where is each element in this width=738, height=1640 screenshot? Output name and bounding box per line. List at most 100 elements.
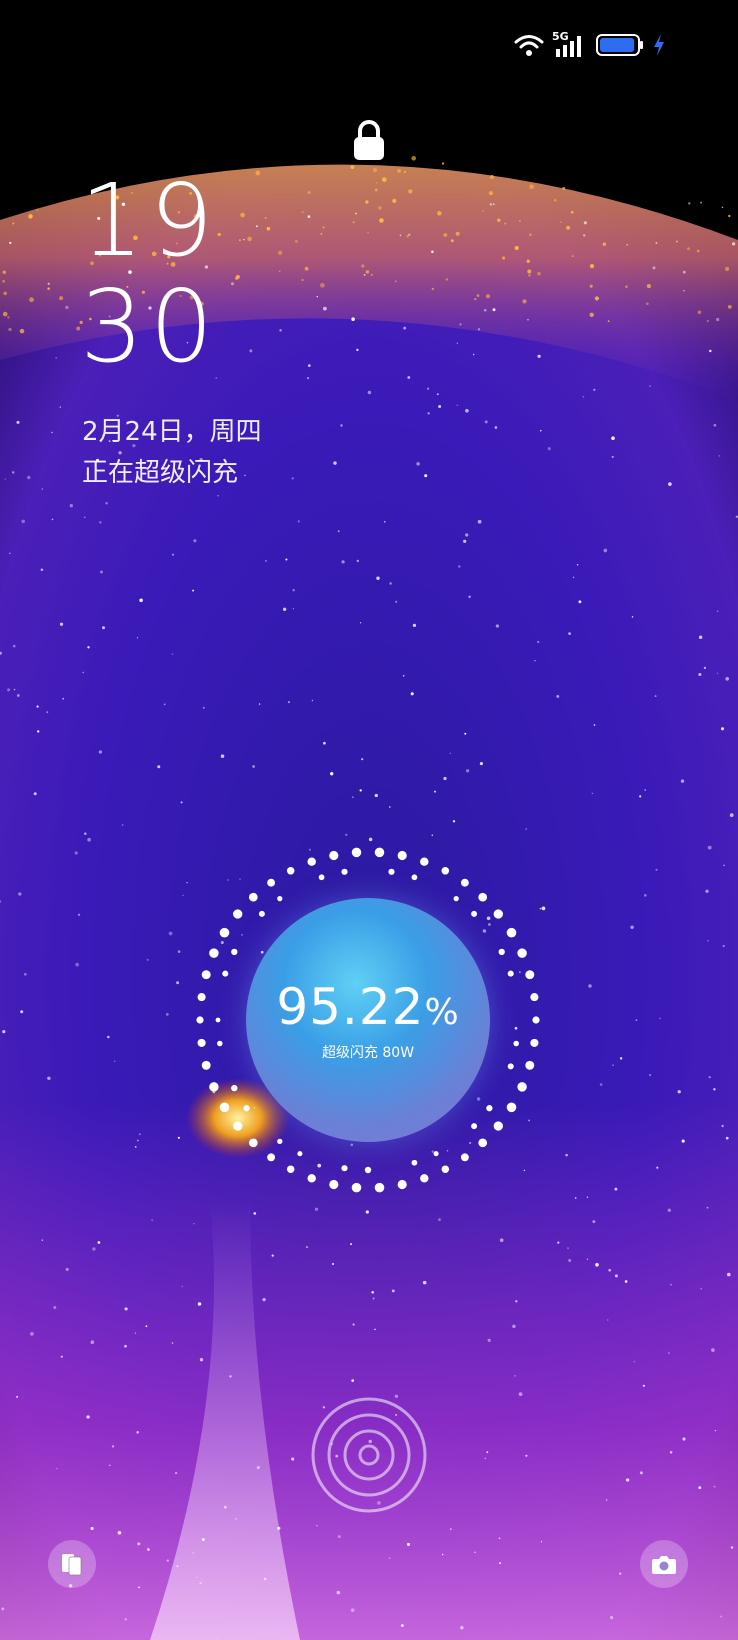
- wallpaper-star: [90, 1526, 94, 1531]
- wallpaper-star: [708, 1076, 711, 1079]
- wallpaper-star: [51, 518, 54, 521]
- wallpaper-ember: [514, 245, 519, 251]
- wallpaper-star: [231, 282, 234, 286]
- wallpaper-star: [350, 1243, 353, 1246]
- wallpaper-star: [514, 1375, 516, 1377]
- wallpaper-star: [27, 475, 31, 480]
- wallpaper-ember: [594, 296, 599, 301]
- wallpaper-star: [527, 319, 529, 321]
- wallpaper-ember: [379, 218, 384, 223]
- wallpaper-ember: [247, 236, 252, 242]
- wallpaper-star: [389, 582, 392, 585]
- wallpaper-star: [350, 1143, 354, 1147]
- wallpaper-ember: [322, 226, 325, 229]
- wallpaper-star: [291, 477, 294, 480]
- wallpaper-ember: [455, 231, 460, 236]
- wallpaper-star: [465, 409, 469, 413]
- wallpaper-star: [399, 234, 402, 237]
- wallpaper-ember: [28, 214, 33, 219]
- wallpaper-ember: [374, 188, 378, 192]
- wallpaper-ember: [350, 165, 355, 170]
- wallpaper-star: [489, 203, 493, 206]
- wallpaper-star: [7, 688, 11, 692]
- wallpaper-star: [412, 623, 417, 628]
- wallpaper-star: [498, 1537, 501, 1540]
- wallpaper-star: [593, 724, 596, 726]
- wallpaper-ember: [687, 247, 690, 251]
- wallpaper-star: [519, 220, 521, 222]
- wallpaper-star: [239, 878, 241, 880]
- wallpaper-star: [539, 907, 542, 910]
- charging-status-text: 正在超级闪充: [82, 458, 239, 488]
- wallpaper-star: [255, 225, 258, 228]
- wallpaper-star: [700, 1288, 702, 1290]
- wallpaper-ember: [307, 191, 311, 194]
- wallpaper-star: [446, 1149, 449, 1152]
- wallpaper-star: [599, 1083, 603, 1086]
- wallpaper-star: [16, 420, 20, 424]
- wallpaper-star: [514, 1026, 518, 1030]
- wallet-button[interactable]: [48, 1540, 96, 1588]
- wallpaper-star: [355, 212, 357, 215]
- wallpaper-ember: [445, 278, 448, 281]
- wallpaper-star: [186, 881, 188, 884]
- wallpaper-ember: [431, 287, 434, 290]
- wallpaper-star: [583, 221, 588, 225]
- wallpaper-ember: [589, 284, 593, 288]
- wallpaper-star: [227, 879, 230, 881]
- wallpaper-star: [351, 1379, 355, 1382]
- wallpaper-star: [607, 1319, 609, 1321]
- wallpaper-star: [308, 848, 311, 851]
- wallpaper-star: [217, 495, 219, 497]
- wallpaper-ember: [2, 311, 8, 317]
- wallpaper-star: [484, 420, 488, 424]
- wallpaper-star: [460, 1626, 464, 1630]
- wallpaper-star: [595, 1263, 599, 1267]
- wallpaper-star: [486, 1451, 489, 1454]
- wallpaper-star: [518, 1392, 523, 1396]
- wallpaper-star: [547, 447, 551, 451]
- wallpaper-star: [352, 1323, 355, 1326]
- wallpaper-star: [729, 813, 734, 817]
- wallpaper-star: [720, 1615, 723, 1618]
- wallpaper-star: [172, 553, 175, 556]
- wallpaper-star: [592, 1220, 596, 1224]
- wallpaper-star: [588, 984, 592, 988]
- wallpaper-star: [323, 741, 326, 745]
- wallpaper-star: [220, 754, 225, 758]
- wallpaper-star: [258, 703, 261, 705]
- camera-icon: [652, 1556, 676, 1574]
- fingerprint-icon[interactable]: [309, 1395, 429, 1515]
- wallpaper-star: [608, 1268, 611, 1272]
- wallpaper-star: [333, 461, 337, 465]
- wallpaper-star: [314, 1207, 319, 1211]
- wallpaper-star: [635, 1019, 638, 1022]
- charge-percent-sign: %: [424, 992, 460, 1033]
- wallpaper-star: [287, 701, 290, 704]
- wallpaper-star: [260, 950, 264, 954]
- wallpaper-ember: [240, 212, 245, 218]
- wallpaper-star: [55, 356, 58, 359]
- wallpaper-star: [713, 1485, 716, 1488]
- wallpaper-star: [711, 1348, 715, 1352]
- wallpaper-star: [494, 426, 498, 429]
- signal-indicator: 5G: [552, 31, 588, 59]
- wallpaper-star: [722, 944, 725, 948]
- wallpaper-star: [98, 750, 103, 754]
- wallpaper-ember: [625, 285, 628, 288]
- wallpaper-star: [403, 326, 407, 330]
- wallpaper-star: [477, 519, 482, 524]
- wallpaper-star: [667, 1208, 671, 1212]
- camera-button[interactable]: [640, 1540, 688, 1588]
- wallpaper-star: [46, 711, 49, 714]
- wallpaper-star: [639, 1471, 643, 1475]
- wallpaper-ember: [570, 210, 574, 214]
- wallpaper-star: [540, 429, 542, 432]
- wallpaper-star: [449, 1528, 452, 1530]
- charge-mode-label: 超级闪充 80W: [321, 1045, 415, 1061]
- wallpaper-star: [323, 306, 327, 311]
- wallpaper-star: [182, 894, 184, 897]
- wallpaper-ember: [450, 239, 454, 243]
- wallpaper-star: [359, 622, 362, 624]
- wallpaper-star: [82, 671, 84, 674]
